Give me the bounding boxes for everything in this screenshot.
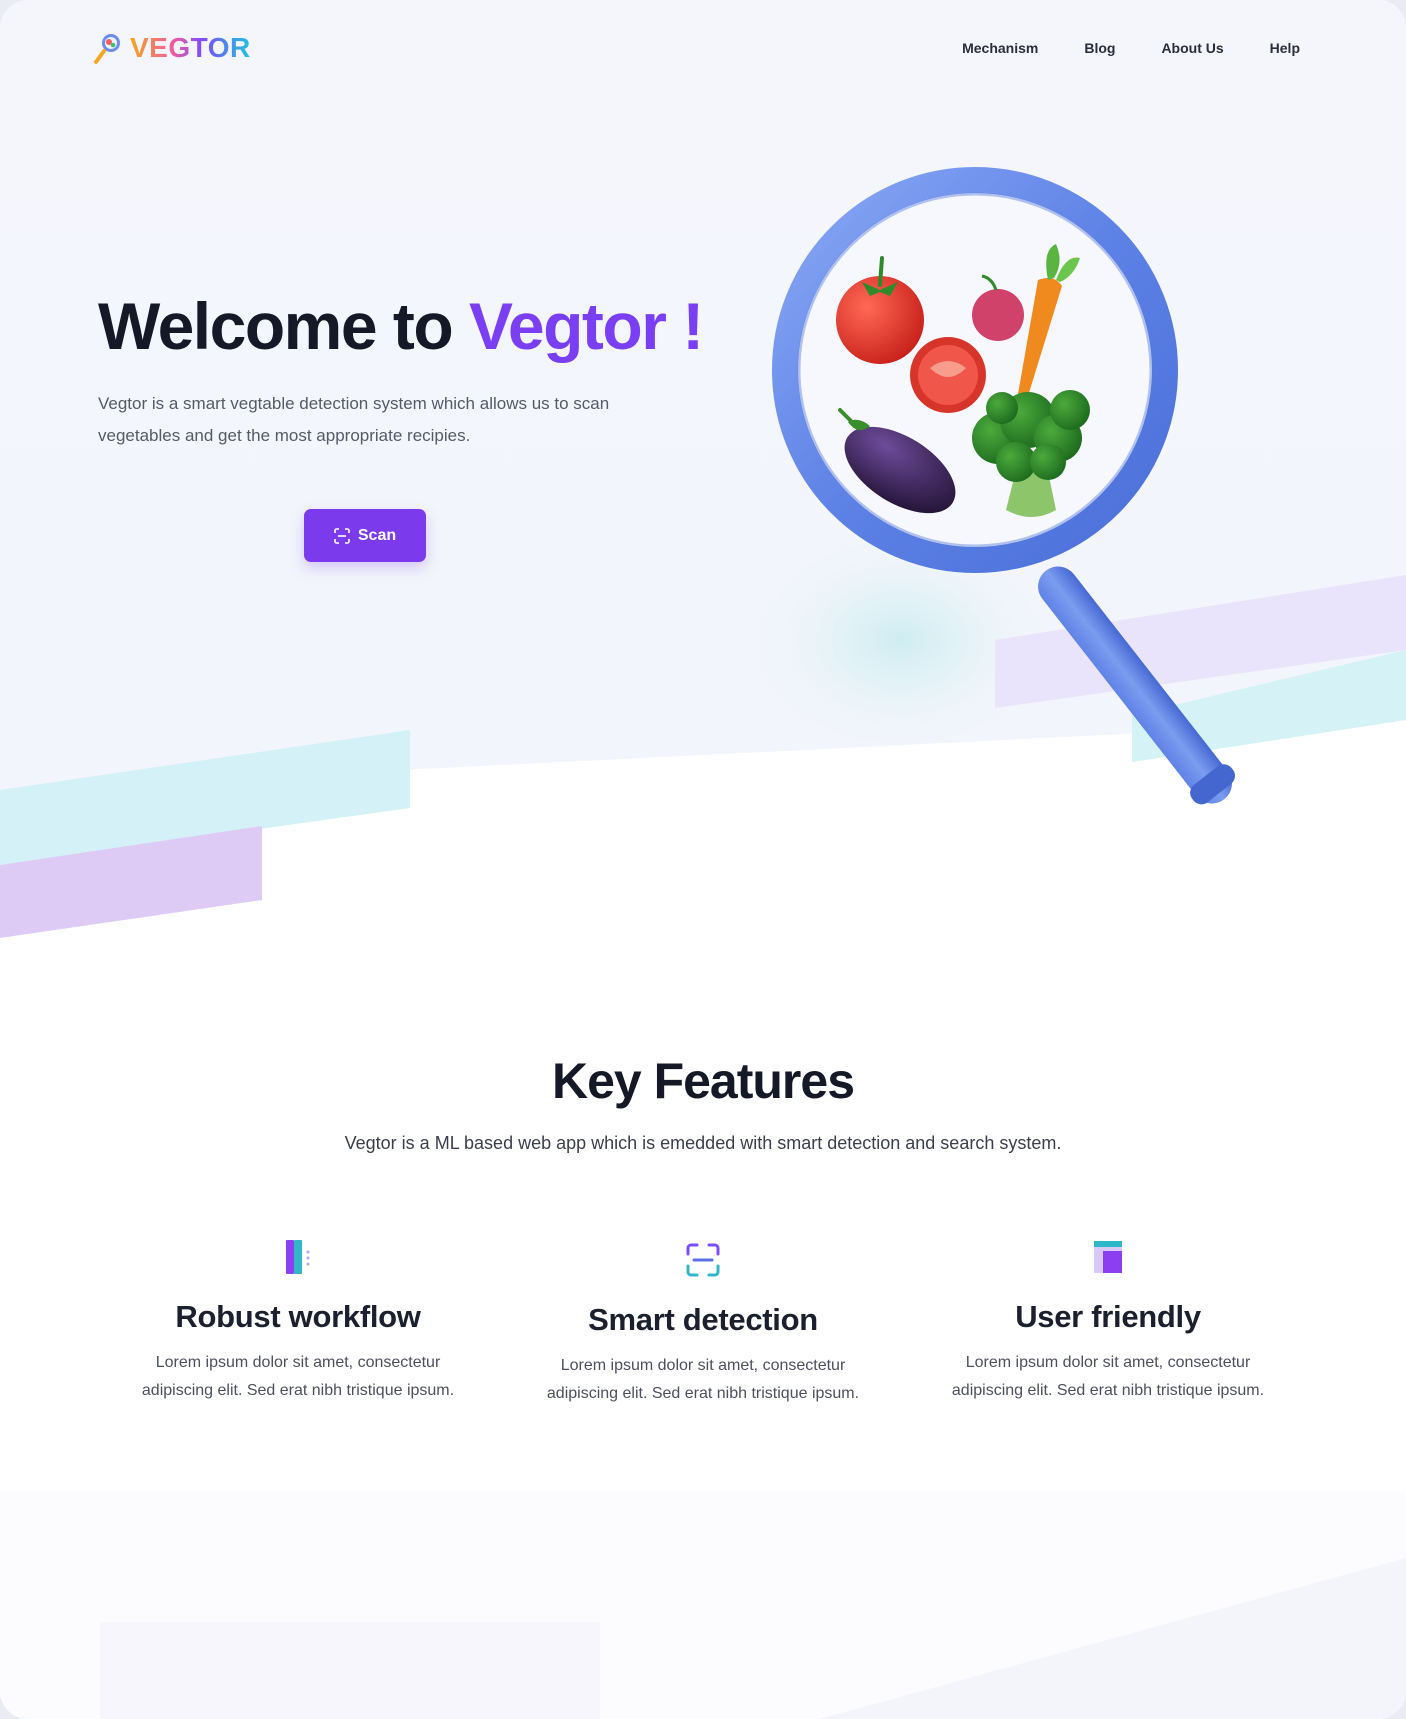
brand-logo[interactable]: VEGTOR bbox=[92, 30, 251, 66]
feature-text: Lorem ipsum dolor sit amet, consectetur … bbox=[141, 1354, 455, 1399]
scan-button[interactable]: Scan bbox=[304, 509, 426, 562]
hero-title: Welcome to Vegtor ! bbox=[98, 288, 704, 364]
next-section-background bbox=[0, 1490, 1406, 1719]
feature-text: Lorem ipsum dolor sit amet, consectetur … bbox=[951, 1354, 1265, 1399]
feature-title: User friendly bbox=[1015, 1299, 1201, 1334]
workflow-icon bbox=[286, 1240, 310, 1274]
scan-button-label: Scan bbox=[357, 526, 397, 544]
layout-icon bbox=[1094, 1241, 1122, 1273]
nav-item-help[interactable]: Help bbox=[1270, 40, 1300, 56]
landing-page: VEGTOR Mechanism Blog About Us Help Welc… bbox=[0, 0, 1406, 1719]
feature-card-smart-detection: Smart detection Lorem ipsum dolor sit am… bbox=[513, 1240, 893, 1408]
magnifier-vegetables-illustration bbox=[770, 120, 1330, 820]
nav-item-blog[interactable]: Blog bbox=[1084, 40, 1115, 56]
hero-title-main: Welcome to bbox=[98, 289, 470, 363]
hero-section: VEGTOR Mechanism Blog About Us Help Welc… bbox=[0, 0, 1406, 960]
scan-icon bbox=[334, 527, 350, 544]
features-title: Key Features bbox=[551, 1053, 855, 1109]
feature-title: Smart detection bbox=[588, 1302, 818, 1337]
scan-frame-icon bbox=[686, 1243, 720, 1277]
feature-title: Robust workflow bbox=[175, 1299, 421, 1334]
brand-name: VEGTOR bbox=[130, 32, 251, 63]
feature-text: Lorem ipsum dolor sit amet, consectetur … bbox=[546, 1357, 860, 1402]
nav-item-mechanism[interactable]: Mechanism bbox=[962, 40, 1038, 56]
feature-card-robust-workflow: Robust workflow Lorem ipsum dolor sit am… bbox=[108, 1237, 488, 1405]
feature-card-user-friendly: User friendly Lorem ipsum dolor sit amet… bbox=[918, 1237, 1298, 1405]
magnifier-logo-icon bbox=[94, 34, 120, 64]
features-description: Vegtor is a ML based web app which is em… bbox=[344, 1133, 1062, 1153]
hero-title-accent: Vegtor ! bbox=[469, 289, 704, 363]
hero-description: Vegtor is a smart vegtable detection sys… bbox=[98, 394, 610, 445]
nav-item-about-us[interactable]: About Us bbox=[1161, 40, 1223, 56]
top-nav: Mechanism Blog About Us Help bbox=[962, 40, 1300, 56]
